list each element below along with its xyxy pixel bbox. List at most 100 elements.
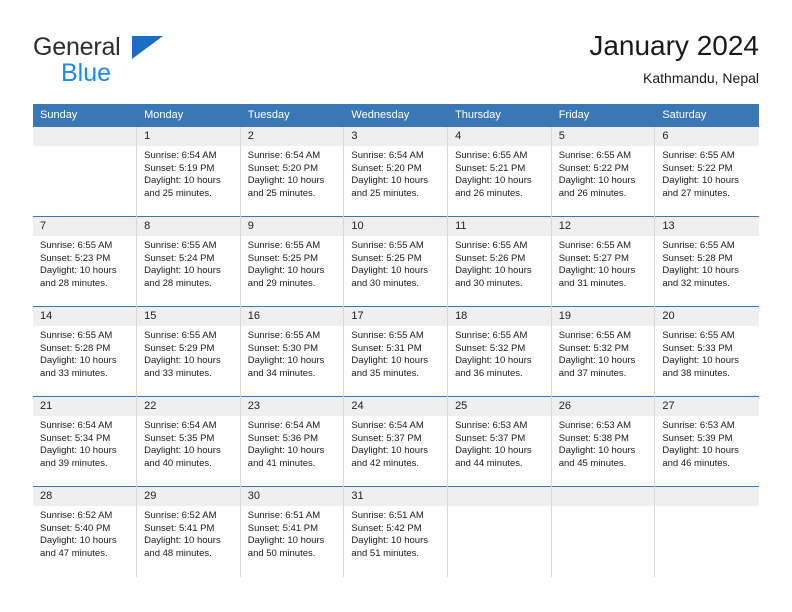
calendar-page: General Blue January 2024 Kathmandu, Nep… [0,0,792,612]
day-details: Sunrise: 6:54 AM Sunset: 5:36 PM Daylight:… [241,416,344,470]
calendar-day-cell[interactable]: 29 Sunrise: 6:52 AM Sunset: 5:41 PM Dayligh… [136,486,241,577]
sunset-text: Sunset: 5:37 PM [351,432,422,444]
calendar-day-cell[interactable]: 10 Sunrise: 6:55 AM Sunset: 5:25 PM Dayligh… [343,216,449,307]
daylight-text-line1: Daylight: 10 hours [558,265,636,277]
daylight-text-line1: Daylight: 10 hours [662,355,739,367]
calendar-day-cell[interactable] [33,126,138,217]
daylight-text-line1: Daylight: 10 hours [455,265,532,277]
daylight-text-line1: Daylight: 10 hours [558,355,636,367]
daylight-text-line1: Daylight: 10 hours [558,175,636,187]
sunrise-text: Sunrise: 6:55 AM [662,240,735,251]
title-block: January 2024 Kathmandu, Nepal [589,28,759,88]
daylight-text-line2: and 25 minutes. [144,187,212,199]
calendar-day-cell[interactable]: 6 Sunrise: 6:55 AM Sunset: 5:22 PM Daylight… [654,126,759,217]
day-number: 17 [344,307,448,326]
sunset-text: Sunset: 5:30 PM [247,342,319,354]
day-number: 1 [137,127,240,146]
calendar-day-cell[interactable]: 3 Sunrise: 6:54 AM Sunset: 5:20 PM Daylight… [343,126,449,217]
day-number: 19 [551,307,655,326]
calendar-day-cell[interactable]: 22 Sunrise: 6:54 AM Sunset: 5:35 PM Dayligh… [136,396,241,487]
calendar-day-cell[interactable]: 16 Sunrise: 6:55 AM Sunset: 5:30 PM Dayligh… [240,306,345,397]
calendar-day-cell[interactable]: 20 Sunrise: 6:55 AM Sunset: 5:33 PM Dayligh… [654,306,759,397]
sunrise-text: Sunrise: 6:55 AM [247,330,321,341]
weekday-header-wednesday: Wednesday [343,104,449,127]
calendar-day-cell[interactable]: 30 Sunrise: 6:51 AM Sunset: 5:41 PM Dayligh… [240,486,345,577]
page-subtitle-location: Kathmandu, Nepal [643,70,759,86]
sunrise-text: Sunrise: 6:54 AM [247,420,321,431]
calendar-day-cell[interactable]: 14 Sunrise: 6:55 AM Sunset: 5:28 PM Dayligh… [33,306,138,397]
calendar-week-row: 7 Sunrise: 6:55 AM Sunset: 5:23 PM Daylight… [33,216,759,307]
calendar-day-cell[interactable]: 17 Sunrise: 6:55 AM Sunset: 5:31 PM Dayligh… [343,306,449,397]
weekday-header-monday: Monday [136,104,241,127]
general-blue-logo[interactable]: General Blue [33,34,233,92]
day-details: Sunrise: 6:55 AM Sunset: 5:31 PM Daylight:… [344,326,447,380]
calendar-day-cell[interactable]: 15 Sunrise: 6:55 AM Sunset: 5:29 PM Dayligh… [136,306,241,397]
sunset-text: Sunset: 5:22 PM [558,162,629,174]
day-number: 24 [344,397,448,416]
weekday-header-tuesday: Tuesday [240,104,345,127]
calendar-day-cell[interactable]: 13 Sunrise: 6:55 AM Sunset: 5:28 PM Dayligh… [654,216,759,307]
sunset-text: Sunset: 5:28 PM [662,252,733,264]
daylight-text-line1: Daylight: 10 hours [351,265,428,277]
calendar-day-cell[interactable]: 23 Sunrise: 6:54 AM Sunset: 5:36 PM Dayligh… [240,396,345,487]
sunrise-text: Sunrise: 6:51 AM [247,510,321,521]
day-number: 11 [448,217,551,236]
daylight-text-line2: and 27 minutes. [662,187,730,199]
sunrise-text: Sunrise: 6:55 AM [455,240,528,251]
calendar-day-cell[interactable]: 28 Sunrise: 6:52 AM Sunset: 5:40 PM Dayligh… [33,486,138,577]
calendar-day-cell[interactable]: 26 Sunrise: 6:53 AM Sunset: 5:38 PM Dayligh… [551,396,656,487]
sunrise-text: Sunrise: 6:55 AM [351,240,424,251]
daylight-text-line2: and 34 minutes. [247,367,316,379]
daylight-text-line2: and 35 minutes. [351,367,420,379]
calendar-day-cell[interactable]: 1 Sunrise: 6:54 AM Sunset: 5:19 PM Daylight… [136,126,241,217]
calendar-day-cell[interactable]: 2 Sunrise: 6:54 AM Sunset: 5:20 PM Daylight… [240,126,345,217]
calendar-day-cell[interactable]: 8 Sunrise: 6:55 AM Sunset: 5:24 PM Daylight… [136,216,241,307]
sunset-text: Sunset: 5:21 PM [455,162,526,174]
calendar-day-cell[interactable]: 12 Sunrise: 6:55 AM Sunset: 5:27 PM Dayligh… [551,216,656,307]
day-details: Sunrise: 6:54 AM Sunset: 5:19 PM Daylight:… [137,146,240,200]
day-details: Sunrise: 6:55 AM Sunset: 5:21 PM Daylight:… [448,146,551,200]
calendar-day-cell[interactable]: 4 Sunrise: 6:55 AM Sunset: 5:21 PM Daylight… [447,126,552,217]
calendar-day-cell[interactable] [447,486,552,577]
day-number: 12 [551,217,655,236]
daylight-text-line1: Daylight: 10 hours [558,445,636,457]
weekday-header-saturday: Saturday [654,104,759,127]
calendar-day-cell[interactable]: 5 Sunrise: 6:55 AM Sunset: 5:22 PM Daylight… [551,126,656,217]
daylight-text-line1: Daylight: 10 hours [662,175,739,187]
daylight-text-line2: and 42 minutes. [351,457,420,469]
daylight-text-line2: and 33 minutes. [40,367,108,379]
sunrise-text: Sunrise: 6:55 AM [351,330,424,341]
calendar-day-cell[interactable]: 25 Sunrise: 6:53 AM Sunset: 5:37 PM Dayligh… [447,396,552,487]
daylight-text-line1: Daylight: 10 hours [662,445,739,457]
calendar-day-cell[interactable]: 21 Sunrise: 6:54 AM Sunset: 5:34 PM Dayligh… [33,396,138,487]
sunset-text: Sunset: 5:22 PM [662,162,733,174]
sunrise-text: Sunrise: 6:55 AM [662,150,735,161]
calendar-day-cell[interactable]: 7 Sunrise: 6:55 AM Sunset: 5:23 PM Daylight… [33,216,138,307]
daylight-text-line1: Daylight: 10 hours [455,355,532,367]
daylight-text-line2: and 46 minutes. [662,457,730,469]
day-details: Sunrise: 6:51 AM Sunset: 5:42 PM Daylight:… [344,506,447,560]
day-details: Sunrise: 6:55 AM Sunset: 5:28 PM Daylight:… [33,326,136,380]
sunset-text: Sunset: 5:37 PM [455,432,526,444]
daylight-text-line1: Daylight: 10 hours [351,175,428,187]
calendar-day-cell[interactable]: 11 Sunrise: 6:55 AM Sunset: 5:26 PM Dayligh… [447,216,552,307]
daylight-text-line1: Daylight: 10 hours [40,445,117,457]
calendar-day-cell[interactable]: 18 Sunrise: 6:55 AM Sunset: 5:32 PM Dayligh… [447,306,552,397]
calendar-day-cell[interactable] [551,486,656,577]
day-number [551,487,655,506]
calendar-day-cell[interactable]: 19 Sunrise: 6:55 AM Sunset: 5:32 PM Dayligh… [551,306,656,397]
calendar-day-cell[interactable]: 24 Sunrise: 6:54 AM Sunset: 5:37 PM Dayligh… [343,396,449,487]
sunrise-text: Sunrise: 6:53 AM [662,420,735,431]
calendar-day-cell[interactable] [654,486,759,577]
calendar-day-cell[interactable]: 9 Sunrise: 6:55 AM Sunset: 5:25 PM Daylight… [240,216,345,307]
day-number: 23 [240,397,344,416]
calendar-day-cell[interactable]: 31 Sunrise: 6:51 AM Sunset: 5:42 PM Dayligh… [343,486,449,577]
calendar-day-cell[interactable]: 27 Sunrise: 6:53 AM Sunset: 5:39 PM Dayligh… [654,396,759,487]
day-details: Sunrise: 6:55 AM Sunset: 5:32 PM Daylight:… [552,326,655,380]
sunrise-text: Sunrise: 6:55 AM [144,240,217,251]
day-number: 2 [240,127,344,146]
daylight-text-line1: Daylight: 10 hours [351,355,428,367]
daylight-text-line1: Daylight: 10 hours [247,535,325,547]
daylight-text-line1: Daylight: 10 hours [247,355,325,367]
sunrise-text: Sunrise: 6:55 AM [144,330,217,341]
